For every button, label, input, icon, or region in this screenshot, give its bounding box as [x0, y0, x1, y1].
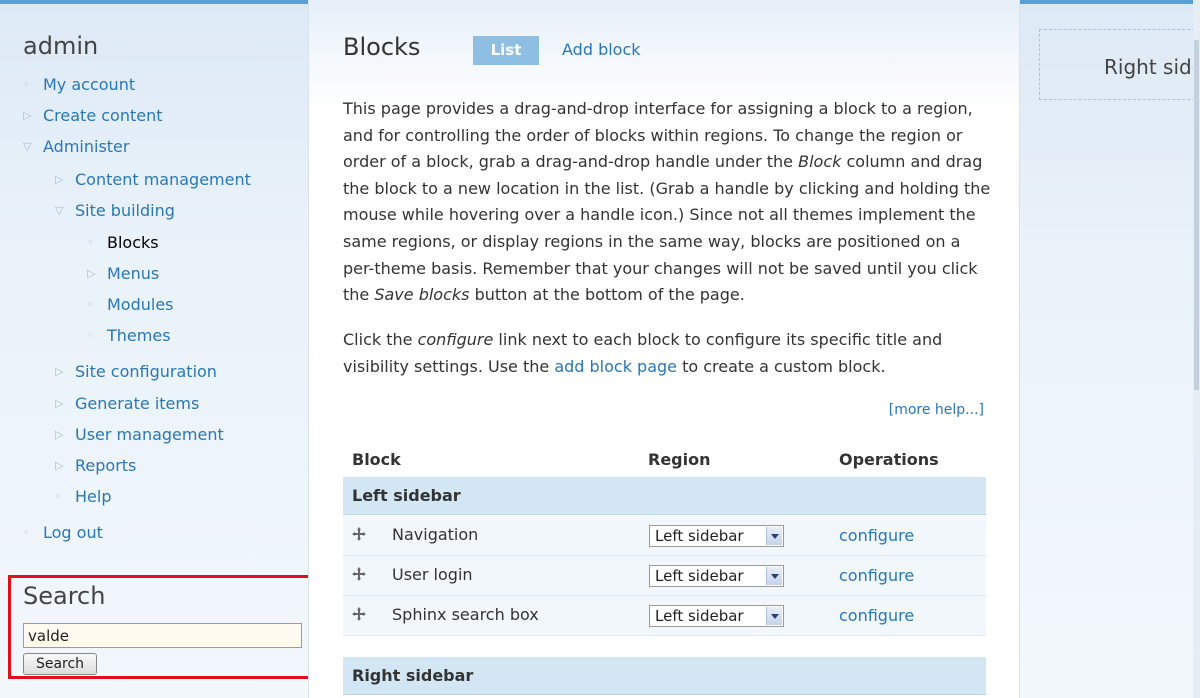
- leaf-bullet-icon: ◦: [87, 298, 94, 311]
- page-title: Blocks: [343, 33, 421, 61]
- menu-item-user-management[interactable]: ▷ User management: [55, 424, 224, 446]
- menu-item-site-configuration[interactable]: ▷ Site configuration: [55, 361, 217, 383]
- menu-item-themes[interactable]: ◦ Themes: [87, 325, 171, 347]
- block-name: Sphinx search box: [392, 605, 539, 624]
- menu-item-administer[interactable]: ▽ Administer: [23, 136, 129, 158]
- menu-item-log-out[interactable]: ◦ Log out: [23, 522, 103, 544]
- region-header-right-sidebar: Right sidebar: [343, 657, 986, 695]
- block-name: Navigation: [392, 525, 479, 544]
- region-select[interactable]: Left sidebar: [649, 605, 784, 627]
- menu-item-label[interactable]: Site building: [75, 201, 175, 220]
- menu-item-label[interactable]: User management: [75, 425, 224, 444]
- table-row: Sphinx search box Left sidebar configure: [343, 596, 986, 636]
- add-block-page-link[interactable]: add block page: [554, 357, 677, 376]
- scrollbar-thumb[interactable]: [1194, 40, 1199, 390]
- help-emphasis: Block: [798, 152, 842, 172]
- table-header: Block Region Operations: [343, 449, 986, 475]
- menu-item-label[interactable]: Administer: [43, 137, 129, 156]
- expanded-triangle-icon: ▽: [55, 204, 64, 217]
- menu-item-label[interactable]: Help: [75, 487, 111, 506]
- leaf-bullet-icon: ◦: [23, 78, 30, 91]
- help-paragraph: This page provides a drag-and-drop inter…: [343, 96, 993, 309]
- right-sidebar-region: Right sidebar: [1039, 29, 1200, 100]
- menu-item-create-content[interactable]: ▷ Create content: [23, 105, 163, 127]
- drag-handle-icon[interactable]: [351, 566, 367, 582]
- configure-link[interactable]: configure: [839, 526, 914, 545]
- menu-item-label[interactable]: My account: [43, 75, 135, 94]
- search-input[interactable]: [23, 623, 302, 648]
- menu-item-blocks[interactable]: ◦ Blocks: [87, 232, 159, 254]
- tab-list[interactable]: List: [473, 36, 539, 65]
- leaf-bullet-icon: ◦: [87, 236, 94, 249]
- collapsed-triangle-icon: ▷: [55, 428, 64, 441]
- sidebar-title: admin: [23, 32, 99, 60]
- menu-item-my-account[interactable]: ◦ My account: [23, 74, 135, 96]
- configure-link[interactable]: configure: [839, 606, 914, 625]
- column-header-operations: Operations: [839, 450, 939, 469]
- table-row: Navigation Left sidebar configure: [343, 516, 986, 556]
- tab-add-block[interactable]: Add block: [562, 40, 641, 59]
- menu-item-label[interactable]: Modules: [107, 295, 174, 314]
- more-help-link[interactable]: [more help...]: [889, 402, 984, 418]
- collapsed-triangle-icon: ▷: [23, 109, 32, 122]
- help-text: to create a custom block.: [677, 356, 886, 376]
- region-header-left-sidebar: Left sidebar: [343, 477, 986, 515]
- expanded-triangle-icon: ▽: [23, 140, 32, 153]
- menu-item-label[interactable]: Log out: [43, 523, 103, 542]
- help-emphasis: configure: [417, 330, 494, 349]
- collapsed-triangle-icon: ▷: [87, 267, 96, 280]
- menu-item-label[interactable]: Site configuration: [75, 362, 217, 381]
- column-header-block: Block: [352, 450, 401, 469]
- collapsed-triangle-icon: ▷: [55, 397, 64, 410]
- main-content: Blocks List Add block This page provides…: [308, 0, 1020, 698]
- collapsed-triangle-icon: ▷: [55, 365, 64, 378]
- menu-item-label[interactable]: Create content: [43, 106, 163, 125]
- menu-item-label[interactable]: Blocks: [107, 233, 159, 252]
- menu-item-modules[interactable]: ◦ Modules: [87, 294, 174, 316]
- menu-item-label[interactable]: Reports: [75, 456, 136, 475]
- table-row: User login Left sidebar configure: [343, 556, 986, 596]
- region-select-value: Left sidebar: [655, 527, 744, 545]
- help-text: column and drag the block to a new locat…: [343, 152, 991, 305]
- block-name: User login: [392, 565, 473, 584]
- leaf-bullet-icon: ◦: [55, 490, 62, 503]
- menu-item-label[interactable]: Themes: [107, 326, 171, 345]
- configure-link[interactable]: configure: [839, 566, 914, 585]
- menu-item-label[interactable]: Generate items: [75, 394, 199, 413]
- region-select-value: Left sidebar: [655, 567, 744, 585]
- scrollbar[interactable]: [1193, 0, 1200, 698]
- collapsed-triangle-icon: ▷: [55, 459, 64, 472]
- menu-item-label[interactable]: Content management: [75, 170, 251, 189]
- menu-item-help[interactable]: ◦ Help: [55, 486, 111, 508]
- dropdown-arrow-icon[interactable]: [766, 607, 782, 625]
- dropdown-arrow-icon[interactable]: [766, 567, 782, 585]
- drag-handle-icon[interactable]: [351, 606, 367, 622]
- help-text: button at the bottom of the page.: [469, 285, 745, 305]
- column-header-region: Region: [648, 450, 711, 469]
- right-sidebar-label: Right sidebar: [1104, 55, 1200, 79]
- right-sidebar: [1020, 4, 1200, 698]
- help-emphasis: Save blocks: [374, 285, 470, 305]
- menu-item-generate-items[interactable]: ▷ Generate items: [55, 393, 199, 415]
- leaf-bullet-icon: ◦: [23, 526, 30, 539]
- drag-handle-icon[interactable]: [351, 526, 367, 542]
- region-select-value: Left sidebar: [655, 607, 744, 625]
- search-button[interactable]: Search: [23, 653, 97, 675]
- region-select[interactable]: Left sidebar: [649, 565, 784, 587]
- search-block-title: Search: [23, 582, 106, 610]
- menu-item-label[interactable]: Menus: [107, 264, 159, 283]
- leaf-bullet-icon: ◦: [87, 329, 94, 342]
- help-text: Click the: [343, 330, 418, 349]
- menu-item-menus[interactable]: ▷ Menus: [87, 263, 159, 285]
- menu-item-reports[interactable]: ▷ Reports: [55, 455, 136, 477]
- collapsed-triangle-icon: ▷: [55, 173, 64, 186]
- menu-item-content-management[interactable]: ▷ Content management: [55, 169, 251, 191]
- menu-item-site-building[interactable]: ▽ Site building: [55, 200, 175, 222]
- dropdown-arrow-icon[interactable]: [766, 527, 782, 545]
- configure-paragraph: Click the configure link next to each bl…: [343, 327, 993, 380]
- region-select[interactable]: Left sidebar: [649, 525, 784, 547]
